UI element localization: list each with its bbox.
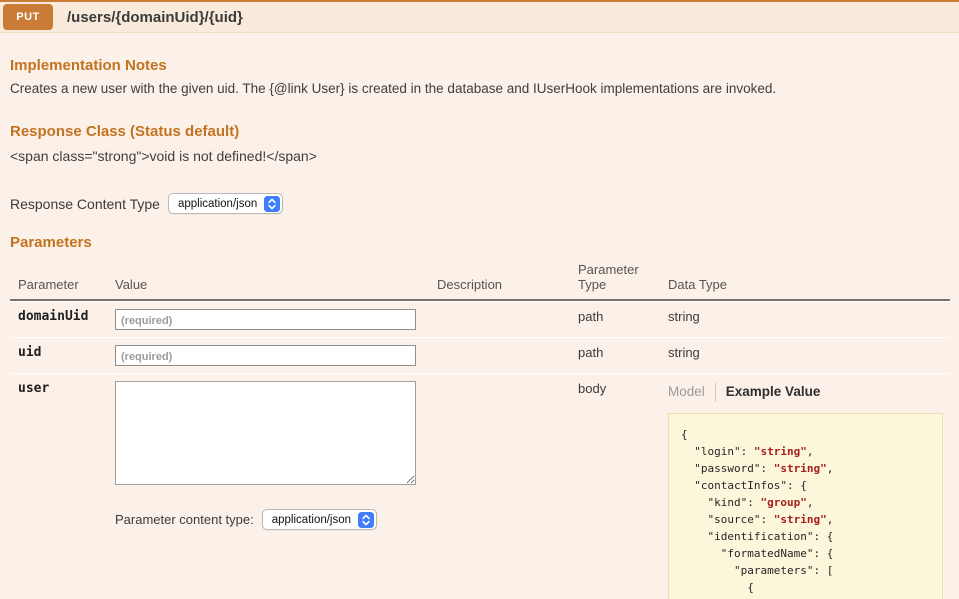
- user-body-textarea[interactable]: [115, 381, 416, 485]
- table-row-uid: uid path string: [10, 337, 950, 373]
- data-type-snippet-cell: Model Example Value { "login": "string",…: [660, 374, 951, 599]
- param-value-cell: [107, 302, 429, 337]
- select-stepper-icon: [358, 512, 374, 528]
- column-header-parameter: Parameter: [10, 275, 107, 294]
- select-stepper-icon: [264, 196, 280, 212]
- example-value-json: { "login": "string", "password": "string…: [668, 413, 943, 599]
- response-class-heading: Response Class (Status default): [10, 123, 949, 140]
- endpoint-path: /users/{domainUid}/{uid}: [67, 9, 243, 26]
- param-type-cell: body: [570, 374, 660, 599]
- description-cell: [429, 374, 570, 599]
- data-type-cell: string: [660, 338, 950, 373]
- response-class-text: <span class="strong">void is not defined…: [10, 148, 949, 164]
- table-row-user: user Parameter content type: application…: [10, 373, 950, 599]
- endpoint-header[interactable]: PUT /users/{domainUid}/{uid}: [0, 0, 959, 33]
- param-name: uid: [10, 338, 107, 373]
- chevron-up-down-icon: [361, 514, 371, 526]
- parameter-content-type-label: Parameter content type:: [115, 512, 254, 527]
- parameters-table-header: Parameter Value Description Parameter Ty…: [10, 260, 950, 301]
- param-type-cell: path: [570, 302, 660, 337]
- model-example-tabs: Model Example Value: [668, 383, 943, 402]
- parameters-heading: Parameters: [10, 234, 949, 251]
- param-type-cell: path: [570, 338, 660, 373]
- chevron-up-down-icon: [267, 198, 277, 210]
- param-value-cell: [107, 338, 429, 373]
- column-header-value: Value: [107, 275, 429, 294]
- param-name: domainUid: [10, 302, 107, 337]
- column-header-parameter-type: Parameter Type: [570, 260, 650, 294]
- endpoint-details: Implementation Notes Creates a new user …: [0, 57, 959, 599]
- response-content-type-value: application/json: [178, 198, 264, 210]
- implementation-notes-text: Creates a new user with the given uid. T…: [10, 81, 949, 96]
- http-method-badge[interactable]: PUT: [3, 4, 53, 30]
- column-header-description: Description: [429, 275, 570, 294]
- column-header-data-type: Data Type: [660, 275, 950, 294]
- description-cell: [429, 338, 570, 373]
- implementation-notes-heading: Implementation Notes: [10, 57, 949, 74]
- parameters-table: Parameter Value Description Parameter Ty…: [10, 260, 950, 599]
- response-content-type-label: Response Content Type: [10, 196, 160, 212]
- response-content-type-row: Response Content Type application/json: [10, 193, 949, 214]
- parameter-content-type-select[interactable]: application/json: [262, 509, 377, 530]
- param-name: user: [10, 374, 107, 599]
- parameter-content-type-row: Parameter content type: application/json: [115, 509, 421, 530]
- tab-example-value[interactable]: Example Value: [716, 383, 821, 402]
- parameter-content-type-value: application/json: [272, 514, 358, 526]
- data-type-cell: string: [660, 302, 950, 337]
- response-content-type-select[interactable]: application/json: [168, 193, 283, 214]
- tab-model[interactable]: Model: [668, 383, 716, 402]
- description-cell: [429, 302, 570, 337]
- table-row-domainUid: domainUid path string: [10, 301, 950, 337]
- param-value-cell: Parameter content type: application/json: [107, 374, 429, 599]
- uid-input[interactable]: [115, 345, 416, 366]
- domainUid-input[interactable]: [115, 309, 416, 330]
